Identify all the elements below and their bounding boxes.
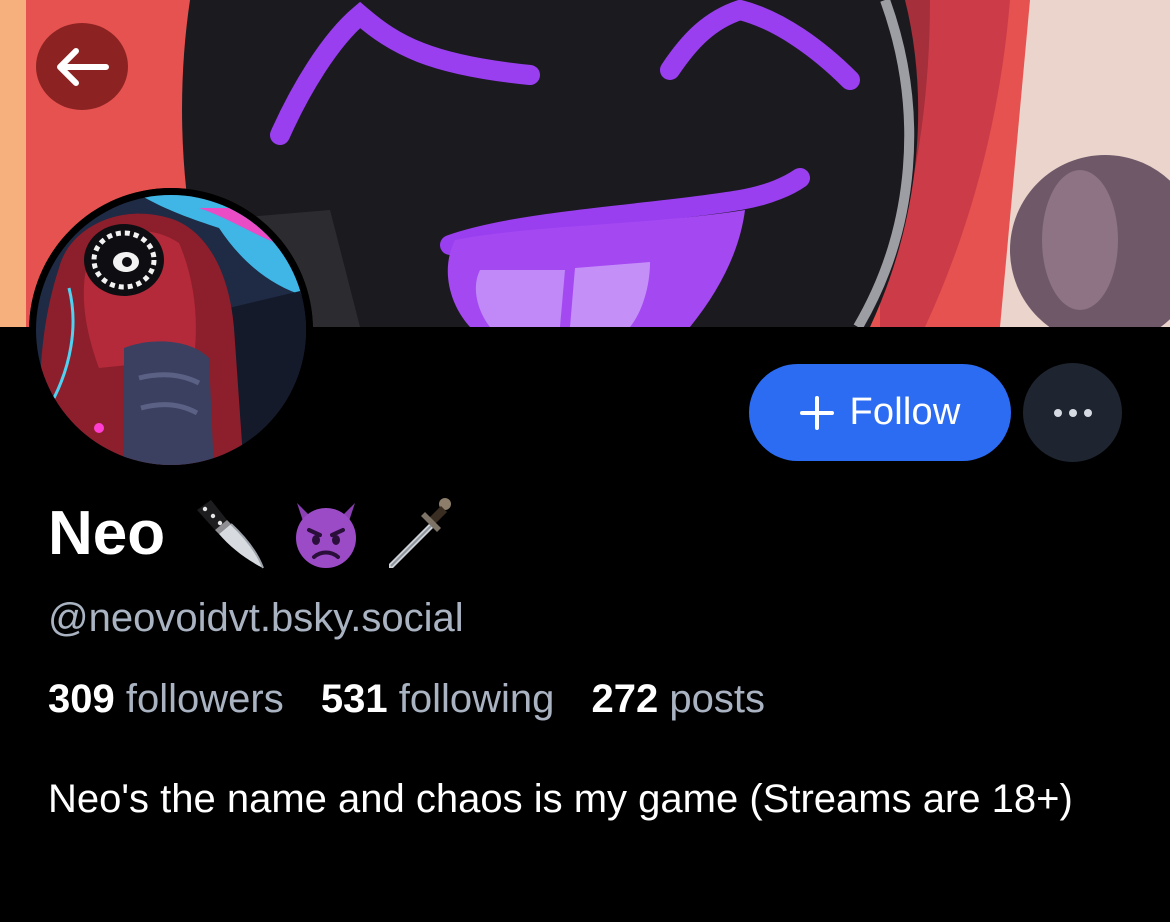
posts-stat: 272 posts <box>592 677 765 721</box>
following-label: following <box>398 677 555 721</box>
posts-label: posts <box>669 677 765 721</box>
avatar[interactable] <box>29 188 313 472</box>
profile-handle: @neovoidvt.bsky.social <box>48 596 464 640</box>
following-count: 531 <box>320 677 388 721</box>
smiling-imp-icon <box>296 503 357 568</box>
display-name-row: Neo <box>48 494 455 574</box>
profile-bio: Neo's the name and chaos is my game (Str… <box>48 777 1073 821</box>
follow-label: Follow <box>849 391 961 433</box>
following-stat[interactable]: 531 following <box>321 677 555 721</box>
ellipsis-icon <box>1053 408 1092 417</box>
dagger-icon <box>389 498 452 568</box>
follow-button[interactable]: Follow <box>749 364 1011 461</box>
profile-stats: 309 followers 531 following 272 posts <box>48 677 791 721</box>
arrow-left-icon <box>57 47 109 86</box>
more-options-button[interactable] <box>1023 363 1122 462</box>
followers-stat[interactable]: 309 followers <box>48 677 284 721</box>
followers-count: 309 <box>48 677 115 721</box>
avatar-image <box>29 188 313 472</box>
back-button[interactable] <box>36 23 128 110</box>
plus-icon <box>800 395 835 430</box>
display-name: Neo <box>48 499 166 568</box>
followers-label: followers <box>125 677 284 721</box>
posts-count: 272 <box>591 677 659 721</box>
kitchen-knife-icon <box>197 500 265 569</box>
